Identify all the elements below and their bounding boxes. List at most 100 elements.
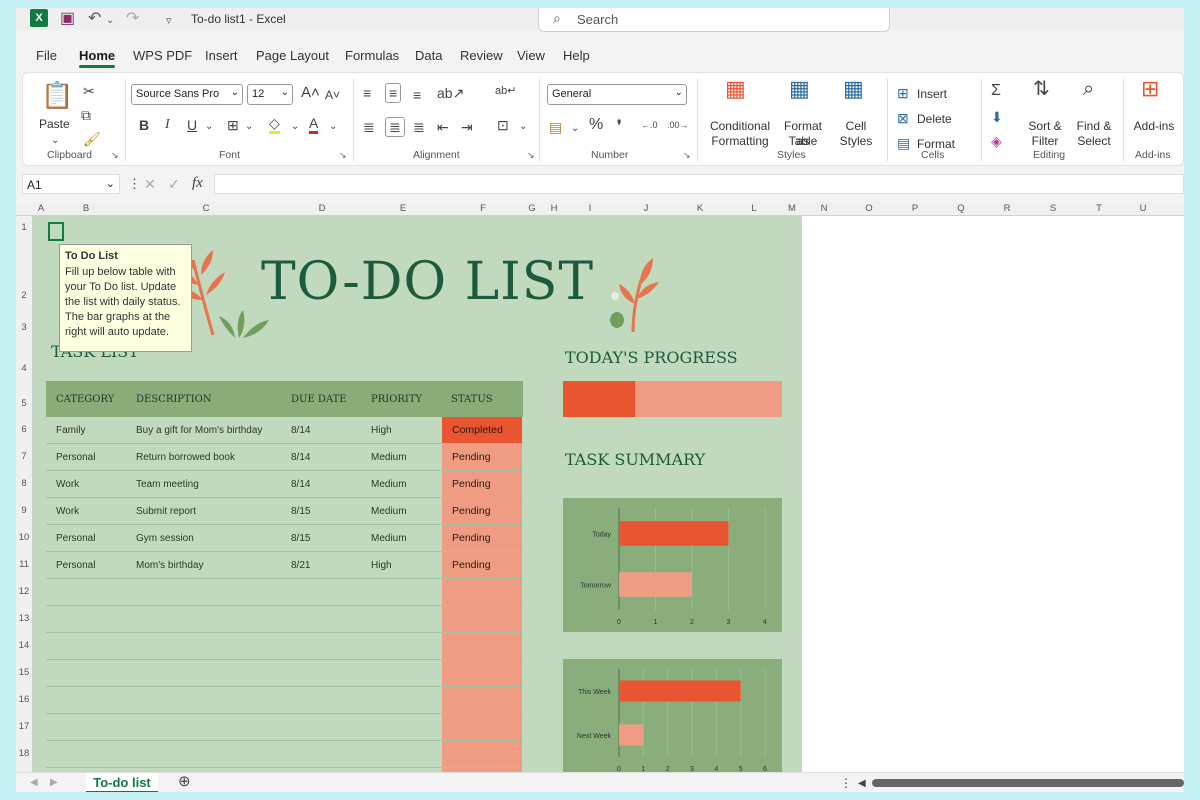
add-sheet-icon[interactable]: ⊕ <box>178 774 191 790</box>
row-header-7[interactable]: 7 <box>16 451 32 462</box>
column-header-h[interactable]: H <box>548 203 560 214</box>
number-launcher-icon[interactable]: ↘ <box>683 150 691 161</box>
cut-icon[interactable]: ✂ <box>83 83 95 99</box>
column-header-b[interactable]: B <box>80 203 92 214</box>
column-header-p[interactable]: P <box>909 203 921 214</box>
clear-icon[interactable]: ◈ <box>991 133 1002 149</box>
table-row[interactable]: Family Buy a gift for Mom's birthday 8/14 H… <box>46 417 523 444</box>
row-header-18[interactable]: 18 <box>16 748 32 759</box>
paste-dropdown-icon[interactable]: ⌄ <box>51 133 59 149</box>
table-row[interactable] <box>46 687 523 714</box>
find-select-label[interactable]: Find & <box>1073 119 1115 134</box>
cell-due[interactable]: 8/14 <box>291 479 310 490</box>
add-ins-icon[interactable]: ⊞ <box>1141 78 1159 100</box>
column-header-d[interactable]: D <box>316 203 328 214</box>
conditional-formatting-icon[interactable]: ▦ <box>725 78 746 100</box>
undo-icon[interactable]: ↶ <box>88 10 101 28</box>
enter-icon[interactable]: ✓ <box>168 176 180 192</box>
decrease-indent-icon[interactable]: ⇤ <box>437 119 449 135</box>
alignment-launcher-icon[interactable]: ↘ <box>527 150 535 161</box>
borders-icon[interactable]: ⊞ <box>227 117 239 133</box>
cell-description[interactable]: Return borrowed book <box>136 452 235 463</box>
add-ins-label[interactable]: Add-ins <box>1131 119 1177 134</box>
underline-button[interactable]: U <box>187 117 197 133</box>
table-row[interactable]: Work Team meeting 8/14 Medium <box>46 471 523 498</box>
row-header-3[interactable]: 3 <box>16 322 32 333</box>
tab-formulas[interactable]: Formulas <box>345 48 399 63</box>
tab-review[interactable]: Review <box>460 48 503 63</box>
cell-due[interactable]: 8/14 <box>291 425 310 436</box>
paste-icon[interactable]: 📋 <box>41 81 73 109</box>
column-header-n[interactable]: N <box>818 203 830 214</box>
row-header-10[interactable]: 10 <box>16 532 32 543</box>
underline-dropdown-icon[interactable]: ⌄ <box>205 119 213 135</box>
prev-sheet-icon[interactable]: ◀ <box>30 775 38 791</box>
cell-priority[interactable]: Medium <box>371 452 407 463</box>
table-row[interactable]: Work Submit report 8/15 Medium <box>46 498 523 525</box>
fill-icon[interactable]: ⬇ <box>991 109 1003 125</box>
scroll-left-icon[interactable]: ◀ <box>858 776 866 792</box>
empty-cells-area[interactable] <box>802 216 1184 772</box>
save-icon[interactable]: ▣ <box>60 10 75 28</box>
tab-data[interactable]: Data <box>415 48 442 63</box>
sort-filter-icon[interactable]: ⇅ <box>1033 79 1050 99</box>
row-header-12[interactable]: 12 <box>16 586 32 597</box>
row-header-6[interactable]: 6 <box>16 424 32 435</box>
column-header-e[interactable]: E <box>397 203 409 214</box>
selected-cell-a1[interactable] <box>48 222 64 241</box>
daily-summary-chart[interactable]: 0 1 2 3 4 Today Tomorrow <box>563 498 782 632</box>
conditional-formatting-label[interactable]: Conditional <box>707 119 773 134</box>
cell-description[interactable]: Mom's birthday <box>136 560 204 571</box>
format-as-table-icon[interactable]: ▦ <box>789 78 810 100</box>
sort-filter-label[interactable]: Sort & <box>1025 119 1065 134</box>
bold-button[interactable]: B <box>139 117 149 133</box>
tab-home[interactable]: Home <box>79 48 116 68</box>
row-header-17[interactable]: 17 <box>16 721 32 732</box>
font-size-select[interactable]: 12 ⌄ <box>247 84 293 105</box>
tab-help[interactable]: Help <box>563 48 590 63</box>
header-status[interactable]: STATUS <box>451 394 493 405</box>
tab-page-layout[interactable]: Page Layout <box>256 48 329 63</box>
accounting-dropdown-icon[interactable]: ⌄ <box>571 121 579 137</box>
merge-dropdown-icon[interactable]: ⌄ <box>519 119 527 135</box>
wrap-text-icon[interactable]: ab↵ <box>495 83 516 99</box>
row-header-5[interactable]: 5 <box>16 398 32 409</box>
cell-category[interactable]: Personal <box>56 533 95 544</box>
column-header-j[interactable]: J <box>640 203 652 214</box>
increase-indent-icon[interactable]: ⇥ <box>461 119 473 135</box>
header-priority[interactable]: PRIORITY <box>371 394 422 405</box>
cell-category[interactable]: Work <box>56 479 79 490</box>
clipboard-launcher-icon[interactable]: ↘ <box>111 150 119 161</box>
autosum-icon[interactable]: Σ <box>991 83 1001 99</box>
delete-cells-icon[interactable]: ⊠ <box>897 110 909 126</box>
conditional-formatting-label2[interactable]: Formatting <box>707 134 773 149</box>
cell-description[interactable]: Buy a gift for Mom's birthday <box>136 425 262 436</box>
cell-due[interactable]: 8/15 <box>291 506 310 517</box>
orientation-icon[interactable]: ab↗ <box>437 85 464 101</box>
table-row[interactable]: Personal Return borrowed book 8/14 Medium <box>46 444 523 471</box>
align-left-icon[interactable]: ≣ <box>363 119 375 135</box>
column-header-a[interactable]: A <box>35 203 47 214</box>
find-select-label2[interactable]: Select <box>1073 134 1115 149</box>
fill-dropdown-icon[interactable]: ⌄ <box>291 119 299 135</box>
sheet-tab-todo-list[interactable]: To-do list <box>86 773 158 792</box>
row-header-2[interactable]: 2 <box>16 290 32 301</box>
cell-description[interactable]: Submit report <box>136 506 196 517</box>
column-header-l[interactable]: L <box>748 203 760 214</box>
column-header-u[interactable]: U <box>1137 203 1149 214</box>
row-header-16[interactable]: 16 <box>16 694 32 705</box>
column-header-i[interactable]: I <box>584 203 596 214</box>
merge-center-icon[interactable]: ⊡ <box>497 117 509 133</box>
column-header-s[interactable]: S <box>1047 203 1059 214</box>
sort-filter-label2[interactable]: Filter <box>1025 134 1065 149</box>
row-header-14[interactable]: 14 <box>16 640 32 651</box>
next-sheet-icon[interactable]: ▶ <box>50 775 58 791</box>
cell-category[interactable]: Personal <box>56 452 95 463</box>
tab-wps-pdf[interactable]: WPS PDF <box>133 48 192 63</box>
comma-style-icon[interactable]: ❜ <box>617 117 622 133</box>
font-launcher-icon[interactable]: ↘ <box>339 150 347 161</box>
align-bottom-icon[interactable]: ≡ <box>413 87 421 103</box>
row-header-1[interactable]: 1 <box>16 222 32 233</box>
borders-dropdown-icon[interactable]: ⌄ <box>245 119 253 135</box>
format-painter-icon[interactable]: 🖌 <box>83 131 101 147</box>
